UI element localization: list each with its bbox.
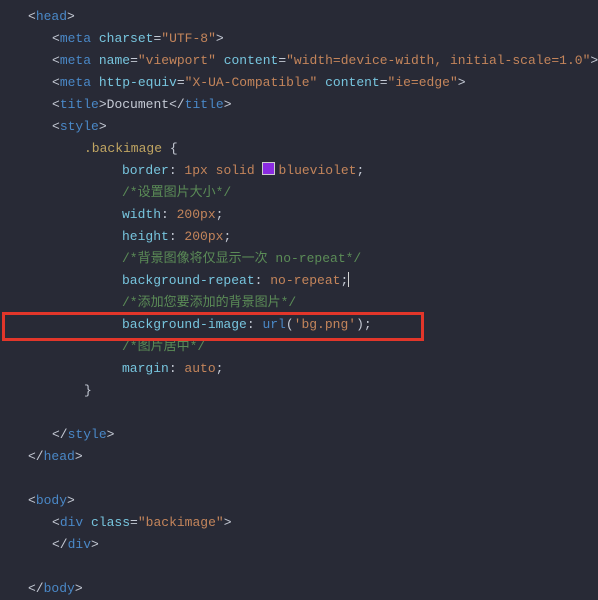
code-line[interactable]: </div> bbox=[8, 534, 598, 556]
code-line[interactable]: /*图片居中*/ bbox=[8, 336, 598, 358]
blank-line[interactable] bbox=[8, 402, 598, 424]
code-line[interactable]: <meta name="viewport" content="width=dev… bbox=[8, 50, 598, 72]
code-line[interactable]: } bbox=[8, 380, 598, 402]
code-line[interactable]: </head> bbox=[8, 446, 598, 468]
blank-line[interactable] bbox=[8, 556, 598, 578]
code-line[interactable]: </body> bbox=[8, 578, 598, 600]
code-line[interactable]: width: 200px; bbox=[8, 204, 598, 226]
code-line[interactable]: height: 200px; bbox=[8, 226, 598, 248]
text-cursor bbox=[348, 272, 349, 287]
code-line[interactable]: border: 1px solid blueviolet; bbox=[8, 160, 598, 182]
highlighted-line[interactable]: background-image: url('bg.png'); bbox=[8, 314, 598, 336]
code-line[interactable]: background-repeat: no-repeat; bbox=[8, 270, 598, 292]
code-editor-viewport[interactable]: <head> <meta charset="UTF-8"> <meta name… bbox=[0, 0, 598, 600]
code-line[interactable]: <meta http-equiv="X-UA-Compatible" conte… bbox=[8, 72, 598, 94]
code-line[interactable]: /*背景图像将仅显示一次 no-repeat*/ bbox=[8, 248, 598, 270]
code-line[interactable]: <style> bbox=[8, 116, 598, 138]
code-line[interactable]: <div class="backimage"> bbox=[8, 512, 598, 534]
code-line[interactable]: /*设置图片大小*/ bbox=[8, 182, 598, 204]
code-line[interactable]: <body> bbox=[8, 490, 598, 512]
color-swatch-icon bbox=[262, 162, 275, 175]
code-line[interactable]: /*添加您要添加的背景图片*/ bbox=[8, 292, 598, 314]
code-line[interactable]: </style> bbox=[8, 424, 598, 446]
code-line[interactable]: .backimage { bbox=[8, 138, 598, 160]
code-line[interactable]: <title>Document</title> bbox=[8, 94, 598, 116]
code-line[interactable]: <head> bbox=[8, 6, 598, 28]
blank-line[interactable] bbox=[8, 468, 598, 490]
code-line[interactable]: <meta charset="UTF-8"> bbox=[8, 28, 598, 50]
code-line[interactable]: margin: auto; bbox=[8, 358, 598, 380]
